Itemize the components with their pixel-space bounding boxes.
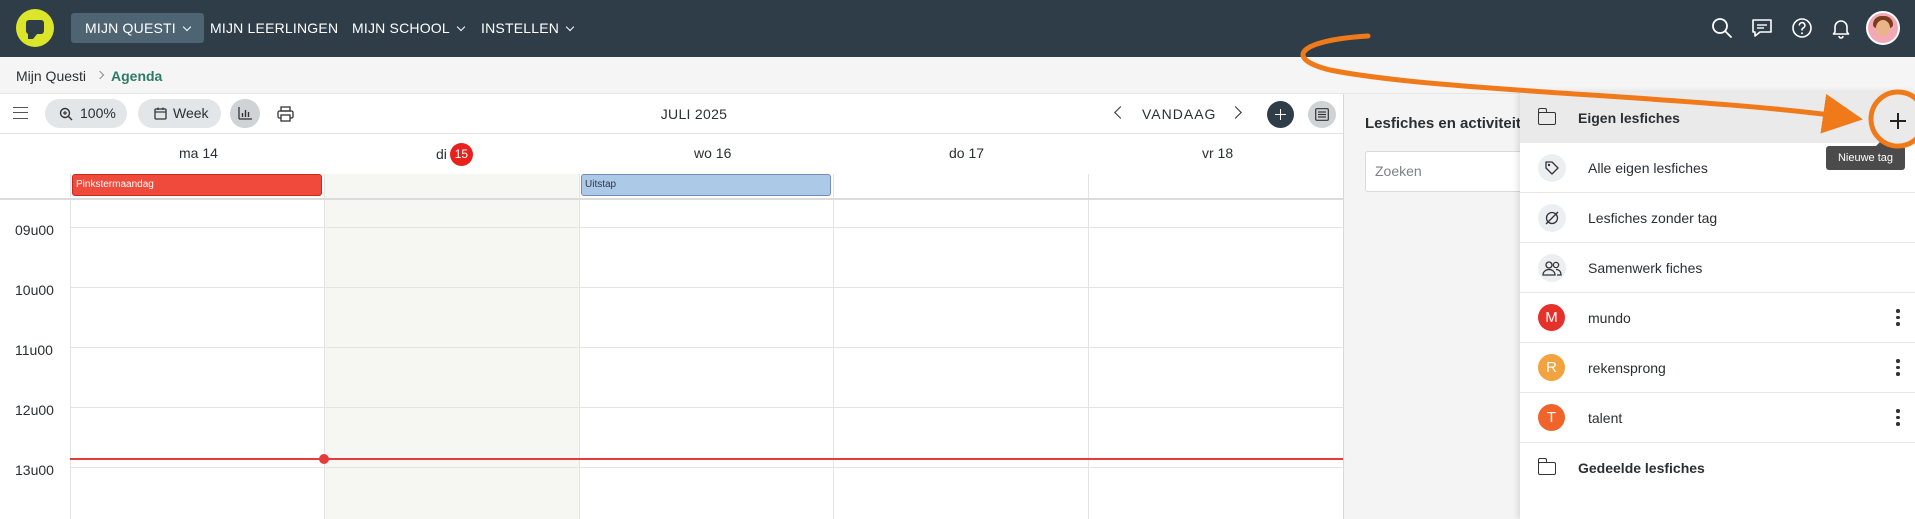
print-icon[interactable] bbox=[277, 106, 294, 122]
nav-mijn-leerlingen[interactable]: MIJN LEERLINGEN bbox=[196, 13, 352, 43]
more-options-icon[interactable] bbox=[1896, 409, 1900, 427]
event-pinkstermaandag[interactable]: Pinkstermaandag bbox=[72, 174, 322, 196]
avatar[interactable] bbox=[1866, 11, 1900, 45]
help-icon[interactable] bbox=[1790, 16, 1814, 40]
list-item-tag-talent[interactable]: T talent bbox=[1520, 393, 1915, 443]
bell-icon[interactable] bbox=[1829, 16, 1853, 40]
panel-title: Lesfiches en activiteit bbox=[1365, 115, 1521, 132]
list-view-button[interactable] bbox=[1308, 101, 1336, 128]
day-header: wo 16 bbox=[694, 145, 732, 161]
folder-icon bbox=[1537, 458, 1556, 475]
today-badge: 15 bbox=[449, 143, 473, 166]
list-item-lesfiches-zonder-tag[interactable]: Lesfiches zonder tag bbox=[1520, 193, 1915, 243]
current-time-dot bbox=[319, 454, 329, 464]
calendar-toolbar: 100% Week JULI 2025 VANDAAG bbox=[0, 94, 1343, 134]
zoom-label: 100% bbox=[80, 105, 116, 121]
nav-label: INSTELLEN bbox=[481, 20, 560, 36]
menu-icon[interactable] bbox=[13, 107, 28, 119]
chevron-left-icon[interactable] bbox=[1114, 106, 1127, 119]
tag-avatar: M bbox=[1538, 304, 1565, 331]
view-week-button[interactable]: Week bbox=[138, 99, 221, 128]
nav-instellen[interactable]: INSTELLEN bbox=[467, 13, 587, 43]
hour-label: 11u00 bbox=[15, 342, 53, 358]
list-icon bbox=[1315, 108, 1329, 121]
today-button[interactable]: VANDAAG bbox=[1142, 106, 1216, 122]
nav-mijn-questi[interactable]: MIJN QUESTI bbox=[71, 13, 204, 43]
day-header-today: di 15 bbox=[436, 143, 473, 167]
people-icon bbox=[1538, 254, 1566, 282]
month-title: JULI 2025 bbox=[660, 106, 728, 122]
no-tag-icon bbox=[1538, 204, 1566, 232]
list-item-label: Alle eigen lesfiches bbox=[1588, 160, 1708, 176]
hour-label: 13u00 bbox=[15, 462, 54, 478]
breadcrumb: Mijn Questi Agenda bbox=[0, 57, 1915, 94]
list-item-label: Lesfiches zonder tag bbox=[1588, 210, 1718, 226]
add-tag-button[interactable] bbox=[1885, 108, 1911, 134]
tag-avatar: R bbox=[1538, 354, 1565, 381]
breadcrumb-current: Agenda bbox=[111, 68, 163, 84]
calendar-icon bbox=[154, 107, 167, 120]
stats-button[interactable] bbox=[230, 99, 260, 128]
more-options-icon[interactable] bbox=[1896, 359, 1900, 377]
nav-label: MIJN LEERLINGEN bbox=[210, 20, 339, 36]
list-item-tag-rekensprong[interactable]: R rekensprong bbox=[1520, 343, 1915, 393]
list-item-label: rekensprong bbox=[1588, 360, 1666, 376]
hour-label: 12u00 bbox=[15, 402, 54, 418]
nav-label: MIJN QUESTI bbox=[85, 20, 176, 36]
hour-label: 10u00 bbox=[15, 282, 54, 298]
day-header: do 17 bbox=[949, 145, 985, 161]
search-input[interactable] bbox=[1375, 163, 1525, 179]
dropdown-header[interactable]: Eigen lesfiches bbox=[1520, 92, 1915, 143]
nav-mijn-school[interactable]: MIJN SCHOOL bbox=[338, 13, 478, 43]
chevron-down-icon bbox=[565, 22, 575, 32]
chat-icon[interactable] bbox=[1750, 16, 1774, 40]
current-time-line bbox=[70, 458, 1343, 460]
chevron-down-icon bbox=[456, 22, 466, 32]
view-label: Week bbox=[173, 105, 209, 121]
questi-logo[interactable] bbox=[16, 9, 54, 47]
list-item-tag-mundo[interactable]: M mundo bbox=[1520, 293, 1915, 343]
calendar-grid: ma 14 di 15 wo 16 do 17 vr 18 Pinkstermaa… bbox=[0, 134, 1343, 519]
chart-icon bbox=[238, 107, 252, 120]
nav-label: MIJN SCHOOL bbox=[352, 20, 450, 36]
zoom-icon bbox=[59, 107, 73, 121]
hour-label: 09u00 bbox=[15, 222, 54, 238]
top-navigation: MIJN QUESTI MIJN LEERLINGEN MIJN SCHOOL … bbox=[0, 0, 1915, 57]
lesfiches-panel: Lesfiches en activiteit bbox=[1343, 94, 1535, 519]
search-icon[interactable] bbox=[1710, 16, 1734, 40]
folder-open-icon bbox=[1537, 108, 1556, 125]
tag-icon bbox=[1538, 154, 1566, 182]
dropdown-header-label: Eigen lesfiches bbox=[1578, 110, 1680, 126]
list-item-label: Samenwerk fiches bbox=[1588, 260, 1703, 276]
list-item-label: mundo bbox=[1588, 310, 1631, 326]
tooltip: Nieuwe tag bbox=[1826, 141, 1905, 170]
search-field[interactable] bbox=[1365, 151, 1535, 192]
list-item-label: Gedeelde lesfiches bbox=[1578, 460, 1705, 476]
day-label: di bbox=[436, 146, 447, 162]
event-uitstap[interactable]: Uitstap bbox=[581, 174, 831, 196]
chevron-right-icon[interactable] bbox=[1229, 106, 1242, 119]
list-item-samenwerk-fiches[interactable]: Samenwerk fiches bbox=[1520, 243, 1915, 293]
day-header: vr 18 bbox=[1202, 145, 1234, 161]
add-event-button[interactable] bbox=[1267, 101, 1294, 128]
list-item-label: talent bbox=[1588, 410, 1623, 426]
breadcrumb-parent[interactable]: Mijn Questi bbox=[16, 68, 86, 84]
chevron-down-icon bbox=[182, 22, 192, 32]
day-header: ma 14 bbox=[179, 145, 218, 161]
list-item-gedeelde-lesfiches[interactable]: Gedeelde lesfiches bbox=[1520, 443, 1915, 493]
tag-avatar: T bbox=[1538, 404, 1565, 431]
chevron-right-icon bbox=[95, 70, 105, 80]
zoom-button[interactable]: 100% bbox=[45, 99, 127, 128]
more-options-icon[interactable] bbox=[1896, 309, 1900, 327]
